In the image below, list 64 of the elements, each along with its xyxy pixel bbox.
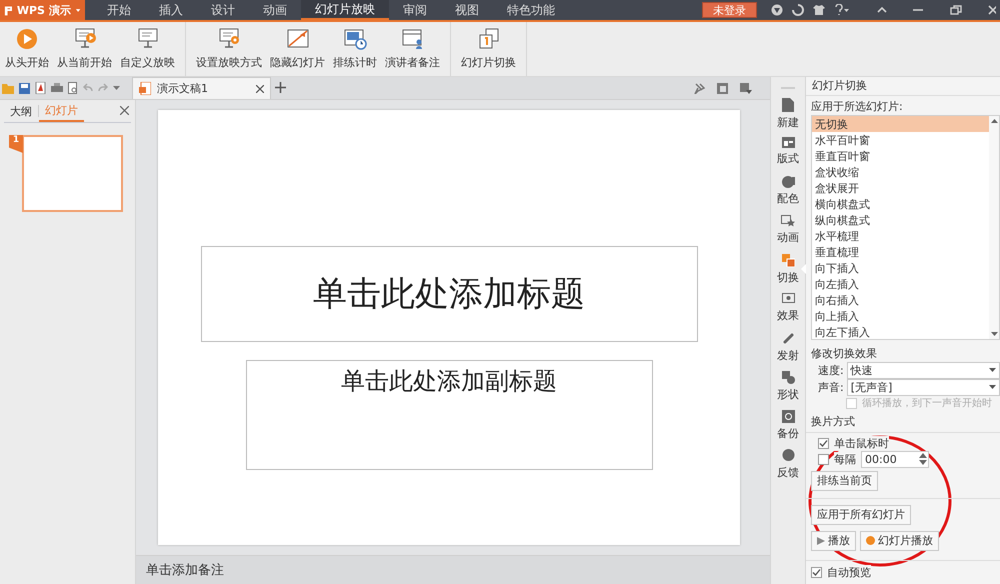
ribbon-button[interactable]: 演讲者备注: [383, 25, 442, 76]
pane-tab[interactable]: 大纲: [4, 100, 38, 122]
side-tool-button[interactable]: 配色: [771, 176, 805, 215]
play-button[interactable]: 播放: [811, 530, 856, 551]
transition-item[interactable]: 向左下插入: [812, 324, 989, 340]
menu-tab[interactable]: 动画: [249, 0, 301, 20]
ribbon-button[interactable]: 从头开始: [3, 25, 51, 76]
transition-item[interactable]: 盒状展开: [812, 180, 989, 196]
ribbon-button[interactable]: 设置放映方式: [194, 25, 264, 76]
transition-item[interactable]: 垂直梳理: [812, 244, 989, 260]
apply-all-button[interactable]: 应用于所有幻灯片: [811, 504, 911, 525]
transition-item[interactable]: 向上插入: [812, 308, 989, 324]
ribbon-button[interactable]: 隐藏幻灯片: [268, 25, 327, 76]
menu-tab[interactable]: 开始: [93, 0, 145, 20]
side-tool-button[interactable]: 版式: [771, 137, 805, 176]
notes-field[interactable]: 单击添加备注: [136, 555, 770, 584]
side-tool-button[interactable]: 效果: [771, 293, 805, 332]
slide-number: 1: [9, 135, 23, 153]
title-placeholder[interactable]: 单击此处添加标题: [200, 246, 698, 342]
slide-canvas[interactable]: 单击此处添加标题 单击此处添加副标题: [158, 110, 740, 545]
transition-item[interactable]: 盒状收缩: [812, 164, 989, 180]
interval-field[interactable]: 00:00: [861, 450, 929, 468]
menu-tab[interactable]: 特色功能: [493, 0, 569, 20]
subtitle-placeholder[interactable]: 单击此处添加副标题: [246, 360, 652, 470]
speed-dropdown[interactable]: 快速: [846, 362, 1000, 379]
rehearse-button[interactable]: 排练当前页: [811, 470, 878, 491]
side-tool-button[interactable]: 动画: [771, 215, 805, 254]
transition-item[interactable]: 无切换: [812, 116, 989, 132]
panel-title[interactable]: 幻灯片切换: [812, 78, 1000, 94]
checkbox-label: 单击鼠标时: [834, 436, 889, 451]
checkbox-label: 自动预览: [827, 564, 871, 580]
checkbox-label: 每隔: [834, 452, 856, 467]
ribbon-button[interactable]: 从当前开始: [55, 25, 114, 76]
transition-item[interactable]: 向左插入: [812, 276, 989, 292]
side-tool-button[interactable]: 形状: [771, 371, 805, 410]
sound-dropdown[interactable]: [无声音]: [846, 378, 1000, 396]
side-tool-button[interactable]: 新建: [771, 98, 805, 137]
field-label: 声音:: [818, 380, 844, 395]
transition-item[interactable]: 向右插入: [812, 292, 989, 308]
checkbox-label: 循环播放，到下一声音开始时: [862, 396, 992, 410]
section-heading: 换片方式: [806, 410, 1000, 433]
document-tab[interactable]: 演示文稿1: [132, 77, 271, 99]
menu-tab[interactable]: 视图: [441, 0, 493, 20]
side-tool-button[interactable]: 发射: [771, 332, 805, 371]
transition-item[interactable]: 垂直百叶窗: [812, 148, 989, 164]
side-tool-button[interactable]: 备份: [771, 410, 805, 449]
transition-item[interactable]: 横向棋盘式: [812, 196, 989, 212]
side-tool-button[interactable]: 切换: [771, 254, 805, 293]
transition-item[interactable]: 纵向棋盘式: [812, 212, 989, 228]
menu-tab[interactable]: 幻灯片放映: [301, 0, 389, 20]
ribbon-button[interactable]: 排练计时: [331, 25, 379, 76]
menu-tab[interactable]: 设计: [197, 0, 249, 20]
slideshow-button[interactable]: 幻灯片播放: [860, 530, 939, 551]
section-heading: 修改切换效果: [810, 346, 878, 362]
list-label: 应用于所选幻灯片:: [810, 98, 904, 115]
field-label: 速度:: [818, 362, 844, 378]
transition-item[interactable]: 水平百叶窗: [812, 132, 989, 148]
transition-item[interactable]: 水平梳理: [812, 228, 989, 244]
menu-tab[interactable]: 审阅: [389, 0, 441, 20]
transition-item[interactable]: 向下插入: [812, 260, 989, 276]
ribbon-button[interactable]: 自定义放映: [118, 25, 177, 76]
ribbon-button[interactable]: 幻灯片切换: [459, 25, 518, 76]
menu-tab[interactable]: 插入: [145, 0, 197, 20]
side-tool-button[interactable]: 反馈: [771, 449, 805, 488]
